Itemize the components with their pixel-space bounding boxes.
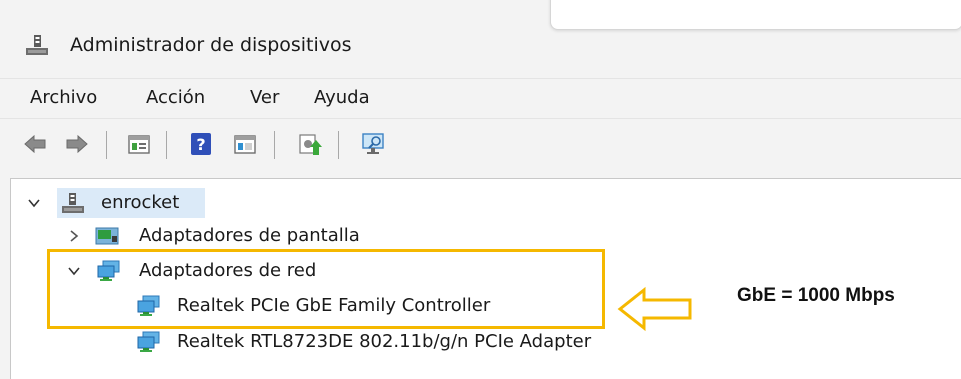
network-adapter-icon [137, 331, 160, 352]
title-bar: Administrador de dispositivos [0, 22, 961, 68]
tree-root-row[interactable]: enrocket [11, 190, 411, 220]
annotation-highlight-box [47, 249, 605, 329]
back-icon[interactable] [22, 131, 48, 157]
chevron-down-icon[interactable] [27, 196, 41, 210]
device-manager-icon [26, 35, 48, 55]
view-icon[interactable] [232, 131, 258, 157]
display-adapter-icon [95, 227, 119, 245]
annotation-text: GbE = 1000 Mbps [737, 285, 895, 306]
menu-accion[interactable]: Acción [146, 87, 205, 109]
menu-bar: Archivo Acción Ver Ayuda [0, 78, 961, 117]
tree-category-label: Adaptadores de pantalla [139, 225, 360, 246]
menu-archivo[interactable]: Archivo [30, 87, 97, 109]
toolbar-separator [274, 131, 275, 159]
menu-ver[interactable]: Ver [250, 87, 279, 109]
menu-ayuda[interactable]: Ayuda [314, 87, 370, 109]
toolbar-separator [166, 131, 167, 159]
update-driver-icon[interactable] [296, 131, 322, 157]
chevron-right-icon[interactable] [67, 229, 81, 243]
help-icon[interactable]: ? [188, 131, 214, 157]
toolbar-separator [338, 131, 339, 159]
tree-root-label: enrocket [101, 192, 180, 213]
computer-icon [62, 193, 84, 213]
forward-icon[interactable] [64, 131, 90, 157]
scan-hardware-icon[interactable] [360, 131, 386, 157]
tree-device-row[interactable]: Realtek RTL8723DE 802.11b/g/n PCIe Adapt… [11, 329, 711, 359]
toolbar-separator [106, 131, 107, 159]
properties-icon[interactable] [126, 131, 152, 157]
toolbar: ? [0, 118, 961, 167]
svg-text:?: ? [196, 135, 205, 154]
tree-device-label: Realtek RTL8723DE 802.11b/g/n PCIe Adapt… [177, 331, 592, 352]
window-title: Administrador de dispositivos [70, 34, 352, 56]
annotation-arrow-icon [617, 286, 692, 332]
